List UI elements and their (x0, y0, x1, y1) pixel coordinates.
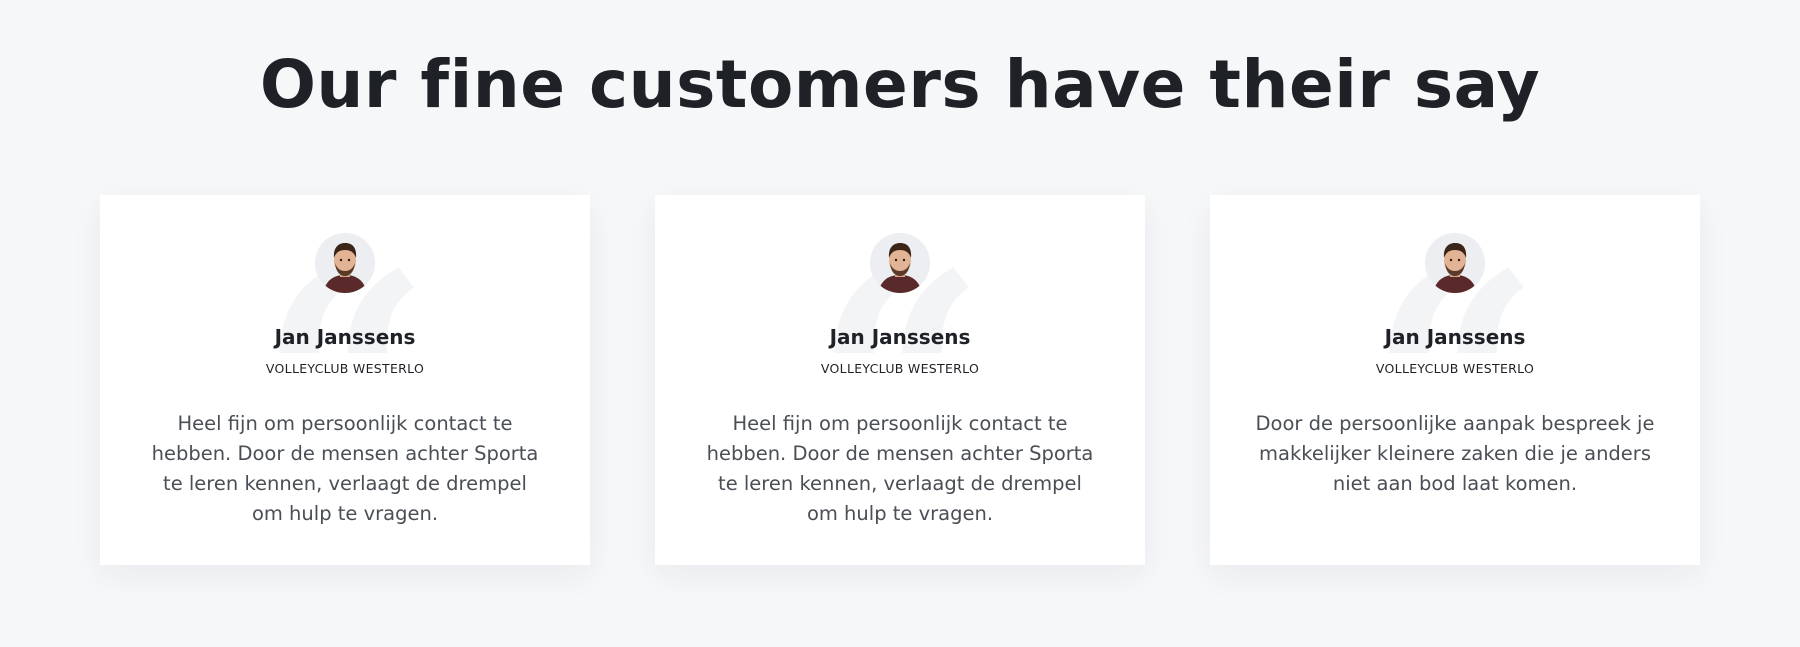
avatar (870, 233, 930, 293)
testimonial-card: “ Jan Janssens VOLLEYCLUB WESTERLO Heel … (100, 195, 590, 565)
testimonial-card: “ Jan Janssens VOLLEYCLUB WESTERLO Heel … (655, 195, 1145, 565)
testimonial-quote: Heel fijn om persoonlijk contact te hebb… (706, 412, 1094, 525)
testimonials-section: Our fine customers have their say “ Jan … (0, 0, 1800, 647)
person-avatar-icon (870, 233, 930, 293)
person-avatar-icon (1425, 233, 1485, 293)
avatar (1425, 233, 1485, 293)
testimonial-card: “ Jan Janssens VOLLEYCLUB WESTERLO Door … (1210, 195, 1700, 565)
customer-name: Jan Janssens (274, 325, 416, 349)
testimonial-quote: Heel fijn om persoonlijk contact te hebb… (151, 412, 539, 525)
avatar (315, 233, 375, 293)
section-heading: Our fine customers have their say (259, 46, 1541, 123)
customer-organization: VOLLEYCLUB WESTERLO (820, 361, 980, 376)
customer-name: Jan Janssens (829, 325, 971, 349)
person-avatar-icon (315, 233, 375, 293)
customer-name: Jan Janssens (1384, 325, 1526, 349)
testimonial-cards: “ Jan Janssens VOLLEYCLUB WESTERLO Heel … (100, 195, 1700, 565)
customer-organization: VOLLEYCLUB WESTERLO (1375, 361, 1535, 376)
customer-organization: VOLLEYCLUB WESTERLO (265, 361, 425, 376)
testimonial-quote: Door de persoonlijke aanpak bespreek je … (1255, 412, 1655, 495)
